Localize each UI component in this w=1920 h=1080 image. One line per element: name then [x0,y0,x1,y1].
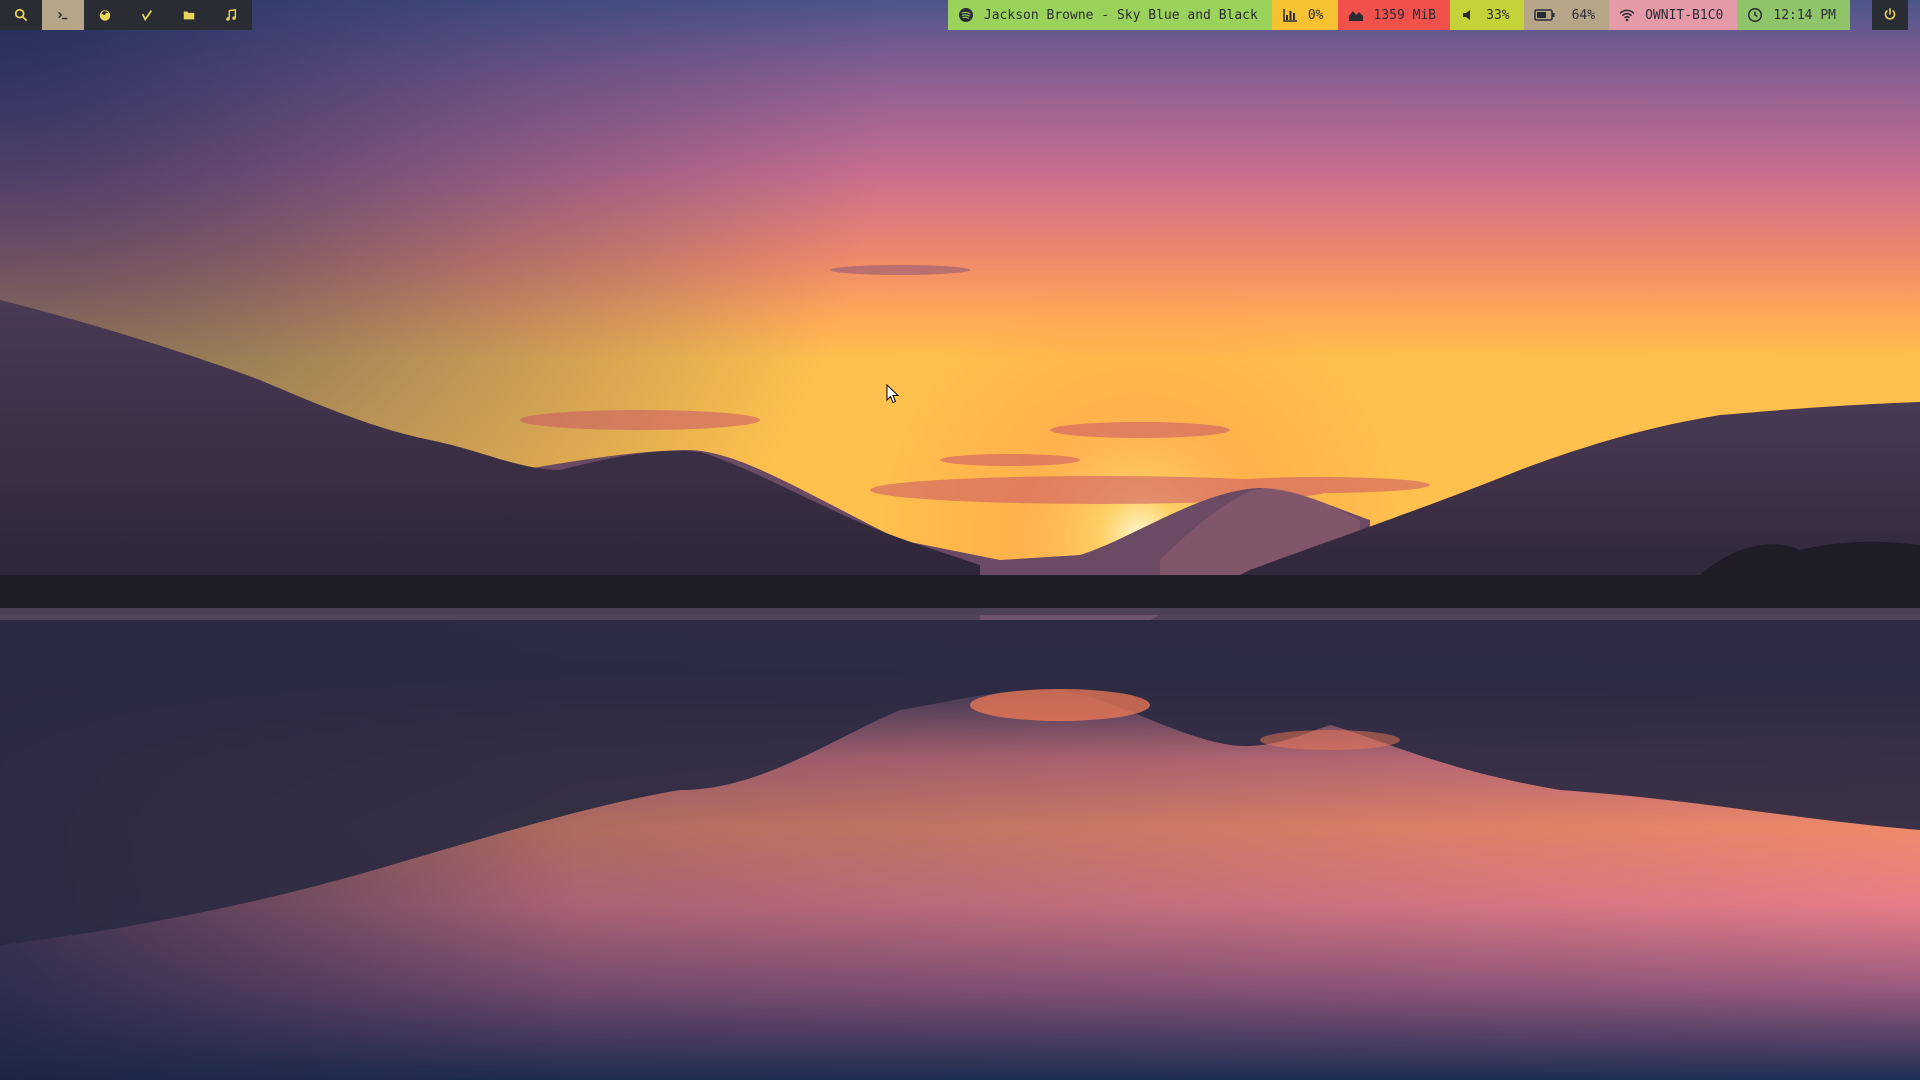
battery-icon [1533,7,1556,23]
wifi-module[interactable]: OWNIT-B1C0 [1609,0,1738,30]
mouse-cursor-icon [886,384,900,404]
volume-level: 33% [1486,7,1510,23]
volume-module[interactable]: 33% [1450,0,1524,30]
wifi-ssid: OWNIT-B1C0 [1645,7,1724,23]
top-panel: Jackson Browne - Sky Blue and Black 0% 1… [0,0,1920,30]
clock-module[interactable]: 12:14 PM [1737,0,1850,30]
spotify-icon [958,7,974,23]
bar-chart-icon [1282,7,1298,23]
app-launcher [0,0,252,30]
wallpaper-image [0,0,1920,1080]
editor-icon[interactable] [126,0,168,30]
wifi-icon [1619,7,1635,23]
spotify-module[interactable]: Jackson Browne - Sky Blue and Black [947,0,1272,30]
area-chart-icon [1348,7,1364,23]
memory-usage: 1359 MiB [1373,7,1437,23]
firefox-icon[interactable] [84,0,126,30]
power-icon [1883,6,1897,25]
music-icon[interactable] [210,0,252,30]
status-modules: Jackson Browne - Sky Blue and Black 0% 1… [947,0,1850,30]
clock-icon [1747,7,1763,23]
folder-icon[interactable] [168,0,210,30]
battery-level: 64% [1571,7,1596,23]
cpu-usage: 0% [1307,7,1324,23]
spotify-now-playing: Jackson Browne - Sky Blue and Black [983,7,1258,23]
memory-module[interactable]: 1359 MiB [1337,0,1451,30]
volume-icon [1460,7,1476,23]
power-button[interactable] [1872,0,1908,30]
desktop: Jackson Browne - Sky Blue and Black 0% 1… [0,0,1920,1080]
search-icon[interactable] [0,0,42,30]
clock-time: 12:14 PM [1773,7,1836,23]
battery-module[interactable]: 64% [1523,0,1610,30]
terminal-icon[interactable] [42,0,84,30]
cpu-module[interactable]: 0% [1271,0,1338,30]
